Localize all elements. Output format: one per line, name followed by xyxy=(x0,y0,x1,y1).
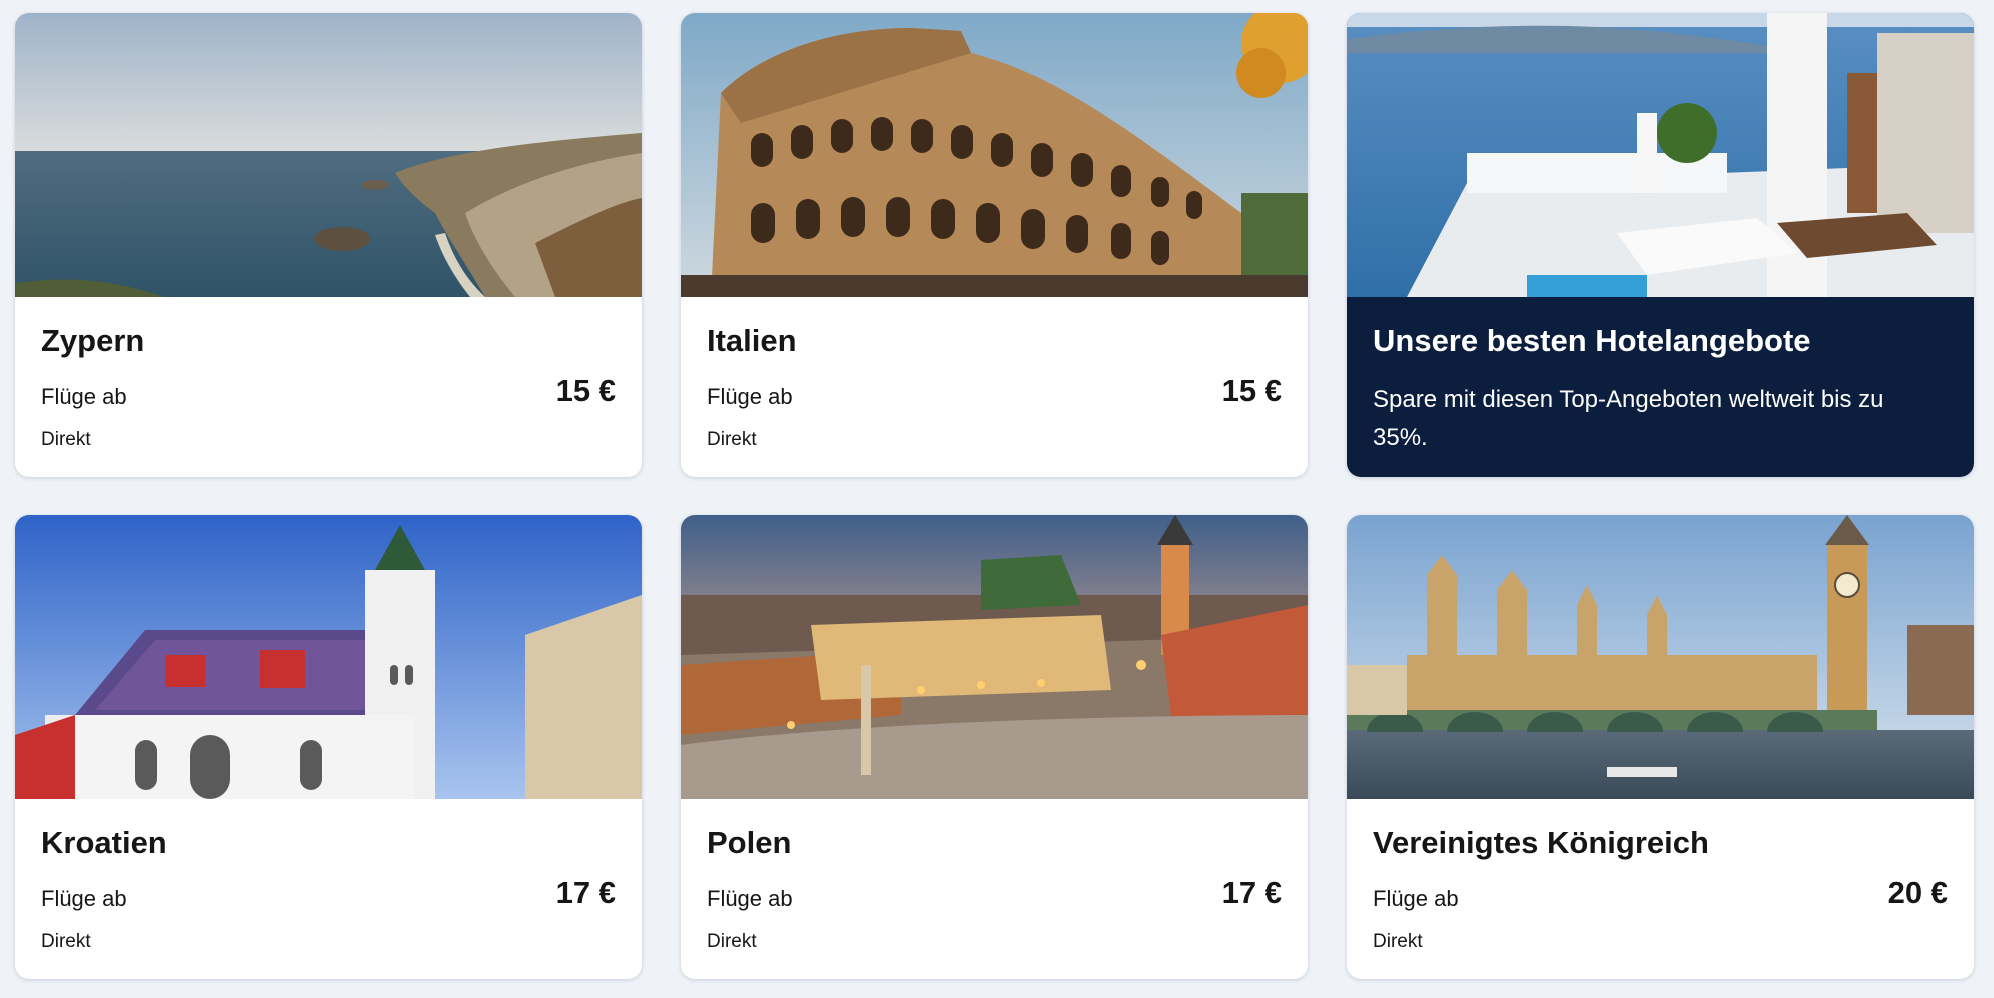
destination-price: 15 € xyxy=(1221,373,1282,408)
destination-card-polen[interactable]: Polen Flüge ab 17 € Direkt xyxy=(681,515,1308,979)
destination-price: 15 € xyxy=(555,373,616,408)
destination-price: 20 € xyxy=(1887,875,1948,910)
destination-image-kroatien xyxy=(15,515,642,799)
destination-title: Vereinigtes Königreich xyxy=(1373,825,1709,860)
destination-grid: Zypern Flüge ab 15 € Direkt Italien Flüg… xyxy=(15,13,1974,979)
card-body: Polen Flüge ab 17 € Direkt xyxy=(707,799,1282,979)
flights-from-label: Flüge ab xyxy=(41,384,127,409)
destination-price: 17 € xyxy=(555,875,616,910)
direct-label: Direkt xyxy=(41,931,91,952)
flights-from-label: Flüge ab xyxy=(707,384,793,409)
destination-title: Zypern xyxy=(41,323,145,358)
destination-image-polen xyxy=(681,515,1308,799)
direct-label: Direkt xyxy=(707,429,757,450)
card-body: Unsere besten Hotelangebote Spare mit di… xyxy=(1373,297,1948,477)
hotel-deals-card[interactable]: Unsere besten Hotelangebote Spare mit di… xyxy=(1347,13,1974,477)
destination-price: 17 € xyxy=(1221,875,1282,910)
promo-text: Spare mit diesen Top-Angeboten weltweit … xyxy=(1373,386,1884,451)
destination-card-zypern[interactable]: Zypern Flüge ab 15 € Direkt xyxy=(15,13,642,477)
destination-image-zypern xyxy=(15,13,642,297)
flights-from-label: Flüge ab xyxy=(707,886,793,911)
card-body: Zypern Flüge ab 15 € Direkt xyxy=(41,297,616,477)
card-body: Vereinigtes Königreich Flüge ab 20 € Dir… xyxy=(1373,799,1948,979)
promo-title: Unsere besten Hotelangebote xyxy=(1373,323,1811,358)
destination-title: Polen xyxy=(707,825,792,860)
card-body: Kroatien Flüge ab 17 € Direkt xyxy=(41,799,616,979)
destination-image-italien xyxy=(681,13,1308,297)
destination-card-italien[interactable]: Italien Flüge ab 15 € Direkt xyxy=(681,13,1308,477)
destination-card-vereinigtes-koenigreich[interactable]: Vereinigtes Königreich Flüge ab 20 € Dir… xyxy=(1347,515,1974,979)
direct-label: Direkt xyxy=(41,429,91,450)
direct-label: Direkt xyxy=(707,931,757,952)
destination-card-kroatien[interactable]: Kroatien Flüge ab 17 € Direkt xyxy=(15,515,642,979)
direct-label: Direkt xyxy=(1373,931,1423,952)
flights-from-label: Flüge ab xyxy=(41,886,127,911)
destination-image-vereinigtes-koenigreich xyxy=(1347,515,1974,799)
flights-from-label: Flüge ab xyxy=(1373,886,1459,911)
destination-title: Italien xyxy=(707,323,797,358)
destination-title: Kroatien xyxy=(41,825,167,860)
hotel-deals-image xyxy=(1347,13,1974,297)
card-body: Italien Flüge ab 15 € Direkt xyxy=(707,297,1282,477)
